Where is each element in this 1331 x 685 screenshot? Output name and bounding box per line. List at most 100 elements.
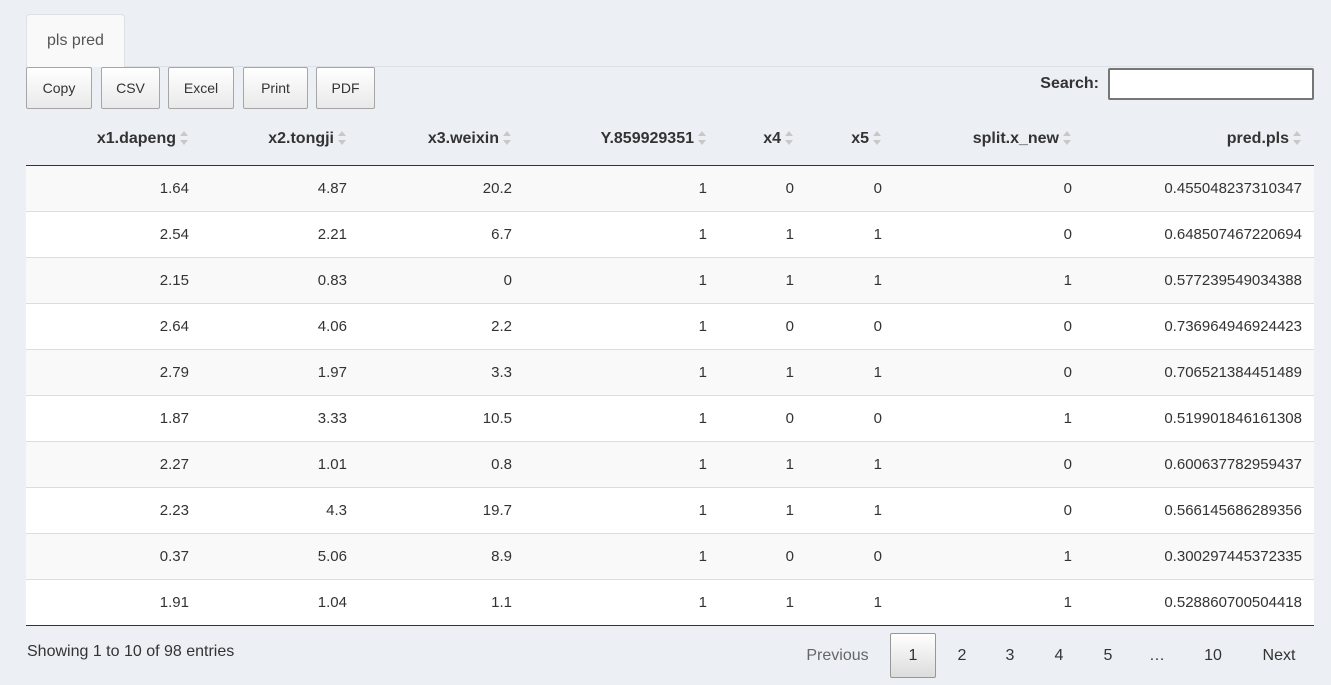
table-cell: 1: [719, 486, 806, 533]
table-cell: 1.1: [359, 578, 524, 626]
table-cell: 0: [894, 348, 1084, 395]
table-cell: 1: [719, 210, 806, 257]
table-row: 2.79 1.97 3.3 1 1 1 0 0.706521384451489: [26, 348, 1314, 395]
table-cell: 1: [698, 179, 707, 197]
table-cell: 0.577239549034388: [1084, 256, 1314, 303]
table-cell: 20.2: [482, 179, 512, 197]
excel-button[interactable]: Excel: [168, 67, 234, 109]
csv-button[interactable]: CSV: [101, 67, 160, 109]
table-cell: 0: [894, 440, 1084, 487]
table-row: 2.23 4.3 19.7 1 1 1 0 0.566145686289356: [26, 486, 1314, 533]
copy-button[interactable]: Copy: [26, 67, 92, 109]
table-cell: 1: [806, 256, 894, 303]
table-cell: 1: [719, 440, 806, 487]
table-cell: 0: [1063, 179, 1072, 197]
table-cell: 0: [806, 302, 894, 349]
table-cell: 1: [524, 348, 719, 395]
column-header[interactable]: pred.pls: [1084, 114, 1314, 166]
tab-pls-pred[interactable]: pls pred: [26, 14, 125, 67]
table-cell: 1: [806, 440, 894, 487]
table-cell: 0: [359, 256, 524, 303]
column-header-label: x3.weixin: [427, 130, 499, 148]
sort-icon: [1062, 130, 1072, 146]
table-cell: 2.15: [26, 256, 201, 303]
table-cell: 1: [524, 578, 719, 626]
column-header[interactable]: x4: [719, 114, 806, 166]
table-cell: 1: [719, 578, 806, 626]
column-header-label: pred.pls: [1226, 130, 1289, 148]
column-header-label: x4: [763, 130, 781, 148]
column-header[interactable]: x3.weixin: [359, 114, 524, 166]
table-cell: 2.79: [26, 348, 201, 395]
page-button-5[interactable]: 5: [1086, 633, 1130, 678]
next-page-button[interactable]: Next: [1250, 633, 1308, 678]
table-cell: 19.7: [359, 486, 524, 533]
page-button-3[interactable]: 3: [988, 633, 1032, 678]
column-header-label: x5: [851, 130, 869, 148]
table-cell: 2.21: [201, 210, 359, 257]
table-cell: 0.600637782959437: [1084, 440, 1314, 487]
table-cell: 0: [806, 394, 894, 441]
table-cell: 1: [524, 486, 719, 533]
pdf-button[interactable]: PDF: [316, 67, 375, 109]
table-cell: 8.9: [359, 532, 524, 579]
column-header[interactable]: x1.dapeng: [26, 114, 201, 166]
table-cell: 1: [894, 256, 1084, 303]
table-cell: 2.23: [26, 486, 201, 533]
table-cell: 0.566145686289356: [1084, 486, 1314, 533]
table-cell: 4.06: [201, 302, 359, 349]
table-cell: 0.648507467220694: [1084, 210, 1314, 257]
column-header-label: Y.859929351: [600, 130, 694, 148]
table-cell: 1: [524, 394, 719, 441]
print-button[interactable]: Print: [243, 67, 308, 109]
sort-icon: [337, 130, 347, 146]
table-cell: 0.528860700504418: [1084, 578, 1314, 626]
page-button-1[interactable]: 1: [890, 633, 936, 678]
table-cell: 1: [894, 394, 1084, 441]
sort-icon: [784, 130, 794, 146]
column-header[interactable]: Y.859929351: [524, 114, 719, 166]
table-cell: 1: [524, 440, 719, 487]
previous-page-button[interactable]: Previous: [790, 633, 885, 678]
table-cell: 0: [894, 210, 1084, 257]
table-cell: 1.64: [159, 179, 189, 197]
table-cell: 1.87: [26, 394, 201, 441]
table-cell: 0.519901846161308: [1084, 394, 1314, 441]
table-row: 2.64 4.06 2.2 1 0 0 0 0.736964946924423: [26, 302, 1314, 349]
table-cell: 5.06: [201, 532, 359, 579]
column-header[interactable]: x2.tongji: [201, 114, 359, 166]
pagination-ellipsis: …: [1149, 646, 1165, 664]
table-cell: 2.54: [26, 210, 201, 257]
table-cell: 0.706521384451489: [1084, 348, 1314, 395]
table-cell: 4.3: [201, 486, 359, 533]
sort-icon: [502, 130, 512, 146]
table-cell: 10.5: [359, 394, 524, 441]
column-header[interactable]: split.x_new: [894, 114, 1084, 166]
search-input[interactable]: [1108, 67, 1314, 100]
table-cell: 0.83: [201, 256, 359, 303]
column-header[interactable]: x5: [806, 114, 894, 166]
table-row: 1.91 1.04 1.1 1 1 1 1 0.528860700504418: [26, 578, 1314, 626]
table-cell: 0: [894, 302, 1084, 349]
table-row: 2.54 2.21 6.7 1 1 1 0 0.648507467220694: [26, 210, 1314, 257]
table-cell: 0: [719, 394, 806, 441]
table-cell: 1: [524, 302, 719, 349]
table-cell: 1: [806, 210, 894, 257]
sort-icon: [1292, 130, 1302, 146]
table-row: 2.15 0.83 0 1 1 1 1 0.577239549034388: [26, 256, 1314, 303]
table-cell: 1: [524, 256, 719, 303]
table-cell: 0: [873, 179, 882, 197]
table-cell: 0.37: [26, 532, 201, 579]
table-cell: 0: [719, 302, 806, 349]
table-cell: 1.04: [201, 578, 359, 626]
table-cell: 1.91: [26, 578, 201, 626]
table-row: 1.87 3.33 10.5 1 0 0 1 0.519901846161308: [26, 394, 1314, 441]
table-cell: 1: [806, 486, 894, 533]
table-cell: 2.64: [26, 302, 201, 349]
table-cell: 1.97: [201, 348, 359, 395]
table-cell: 0: [894, 486, 1084, 533]
page-button-2[interactable]: 2: [940, 633, 984, 678]
sort-icon: [697, 130, 707, 146]
page-button-4[interactable]: 4: [1037, 633, 1081, 678]
page-button-10[interactable]: 10: [1190, 633, 1236, 678]
